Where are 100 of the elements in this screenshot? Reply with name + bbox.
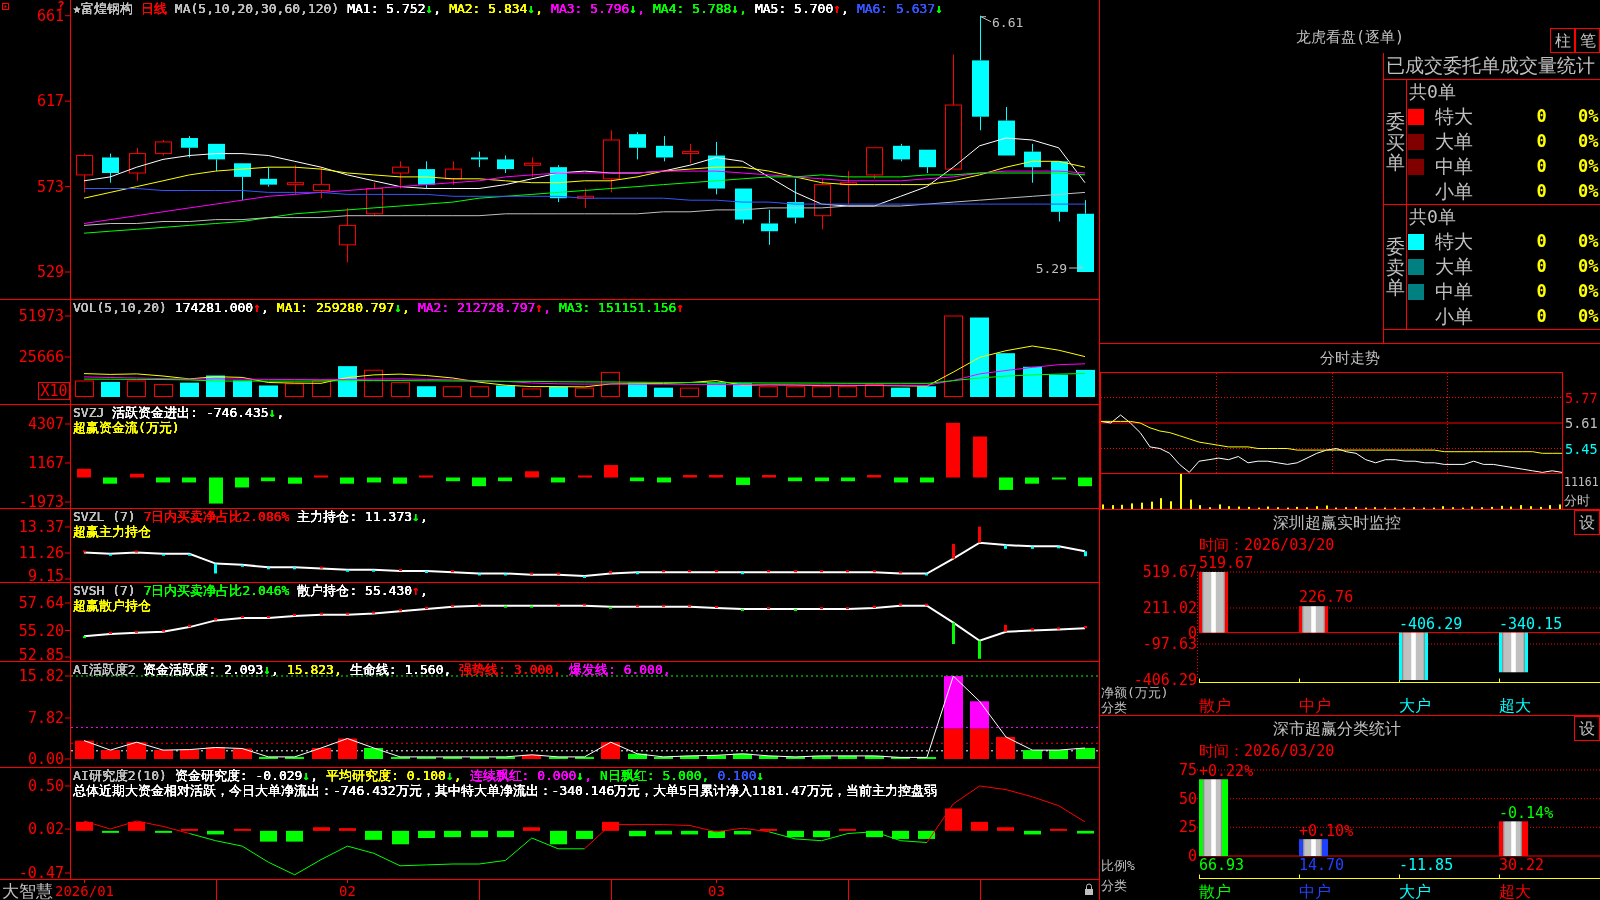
- order-share: 0%: [1578, 129, 1599, 153]
- chart-title: 分时走势: [1320, 349, 1380, 367]
- axis-label: 25: [1178, 818, 1197, 837]
- date-label: 2026/01: [55, 883, 114, 899]
- price-annotation: 5.29: [1035, 261, 1084, 276]
- axis-label: -1973: [18, 492, 64, 508]
- axis-label: 211.02: [1142, 599, 1197, 617]
- axis-label: 0.02: [27, 820, 64, 839]
- change-label: +0.10%: [1299, 822, 1354, 841]
- axis-label: 5.61: [1565, 415, 1598, 431]
- legend-text: MA(5,10,20,30,60,120): [174, 1, 340, 16]
- axis-title: 净额(万元): [1101, 685, 1169, 700]
- annotation: 5.29: [1035, 261, 1067, 277]
- legend-text: MA6: 5.637↓: [856, 1, 943, 16]
- legend-text: 生命线: 1.560,: [349, 662, 452, 677]
- axis-label: 1167: [27, 454, 64, 472]
- order-share: 0%: [1578, 304, 1599, 328]
- axis-label: 0.00: [27, 750, 64, 767]
- order-size-label: 小单: [1435, 305, 1473, 328]
- legend-text: 日线: [140, 1, 167, 16]
- legend-text: MA3: 151151.156↑: [559, 300, 685, 315]
- price-annotation: 6.61: [980, 14, 1024, 30]
- order-size-label: 中单: [1435, 155, 1473, 178]
- axis-label: 13.37: [18, 518, 64, 536]
- axis-label: 50: [1178, 789, 1197, 808]
- axis-label: 573: [36, 177, 64, 196]
- category-label: 大户: [1399, 882, 1431, 900]
- category-label: 中户: [1299, 882, 1331, 900]
- axis-label: 617: [36, 92, 64, 111]
- legend-text: SVZL (7): [73, 509, 136, 524]
- legend-text: 超赢资金流(万元): [73, 420, 180, 435]
- order-share: 0%: [1578, 229, 1599, 253]
- legend-text: 资金研究度: -0.029↓,: [174, 768, 319, 783]
- order-share: 0%: [1578, 154, 1599, 178]
- value-label: 14.70: [1299, 856, 1345, 874]
- legend-text: 活跃资金进出: -746.435↓,: [112, 405, 285, 420]
- change-label: +0.22%: [1199, 762, 1254, 781]
- axis-title: 比例%: [1101, 858, 1135, 873]
- legend-text: 15.823,: [286, 662, 342, 677]
- axis-label: 519.67: [1142, 563, 1197, 581]
- date-label: 时间：2026/03/20: [1199, 742, 1335, 760]
- value-label: 519.67: [1199, 554, 1254, 572]
- legend-text: MA2: 5.834↓,: [449, 1, 544, 16]
- legend-text: 连续飘红: 0.000↓,: [469, 768, 592, 783]
- category-label: 中户: [1299, 696, 1331, 715]
- legend-text: AI研究度2(10): [73, 768, 167, 783]
- order-count: 0: [1536, 180, 1547, 201]
- order-count: 0: [1536, 255, 1547, 276]
- order-size-label: 中单: [1435, 280, 1473, 303]
- side-label: 委买单: [1385, 110, 1405, 174]
- order-size-label: 大单: [1435, 130, 1473, 153]
- category-label: 散户: [1199, 696, 1231, 715]
- legend-text: 超赢散户持仓: [73, 598, 151, 613]
- brand-text: 大智慧: [2, 881, 53, 900]
- legend-text: 平均研究度: 0.100↓,: [326, 768, 462, 783]
- order-count: 0: [1536, 105, 1547, 126]
- value-label: -11.85: [1399, 856, 1454, 874]
- axis-title: 分类: [1101, 878, 1127, 893]
- value-label: 30.22: [1499, 856, 1545, 874]
- order-count: 0: [1536, 230, 1547, 251]
- axis-label: 0: [1187, 847, 1197, 865]
- legend-text: MA2: 212728.797↑,: [417, 300, 551, 315]
- value-label: -406.29: [1399, 614, 1463, 633]
- axis-label: 75: [1178, 761, 1197, 779]
- value-label: -340.15: [1499, 614, 1563, 633]
- chart-title: 深市超赢分类统计: [1273, 719, 1401, 738]
- order-size-label: 小单: [1435, 180, 1473, 203]
- axis-label: 11.26: [18, 544, 64, 562]
- axis-label: -0.47: [18, 864, 64, 880]
- axis-label: 0.50: [27, 777, 64, 795]
- legend-text: AI活跃度2: [73, 662, 136, 677]
- legend-text: 超赢主力持仓: [73, 524, 151, 539]
- order-count: 0: [1536, 155, 1547, 176]
- date-label: 时间：2026/03/20: [1199, 536, 1335, 554]
- order-count: 0: [1536, 280, 1547, 301]
- order-share: 0%: [1578, 179, 1599, 203]
- legend-text: 强势线: 3.000,: [459, 662, 561, 677]
- order-size-label: 特大: [1435, 230, 1473, 253]
- axis-label: 5.77: [1565, 389, 1598, 406]
- category-label: 散户: [1199, 882, 1231, 900]
- legend-text: 7日内买卖净占比2.086%: [143, 509, 290, 524]
- volume-scale-label: 11161: [1564, 475, 1599, 489]
- order-count: 0: [1536, 130, 1547, 151]
- axis-label: 529: [36, 263, 64, 281]
- axis-label: 57.64: [18, 594, 64, 612]
- legend-text: SVZJ: [73, 405, 105, 420]
- axis-label: 9.15: [27, 566, 64, 582]
- order-total: 共0单: [1409, 206, 1456, 227]
- axis-title: 分类: [1101, 700, 1127, 715]
- legend-text: 0.100↓: [717, 768, 765, 783]
- panel-title: 龙虎看盘(逐单): [1295, 27, 1405, 46]
- multiplier-label: X10: [38, 382, 70, 400]
- legend-text: VOL(5,10,20): [73, 300, 167, 315]
- order-share: 0%: [1578, 104, 1599, 128]
- legend-text: 总体近期大资金相对活跃，今日大单净流出：-746.432万元，其中特大单净流出：-340.146万元，大单5日累计净入1181.47万元，当前主力控盘弱: [73, 783, 937, 798]
- annotation: 6.61: [992, 14, 1024, 30]
- category-label: 超大: [1499, 696, 1531, 715]
- axis-label: 15.82: [18, 667, 64, 685]
- axis-label: 4307: [27, 415, 64, 433]
- change-label: -0.14%: [1499, 804, 1554, 823]
